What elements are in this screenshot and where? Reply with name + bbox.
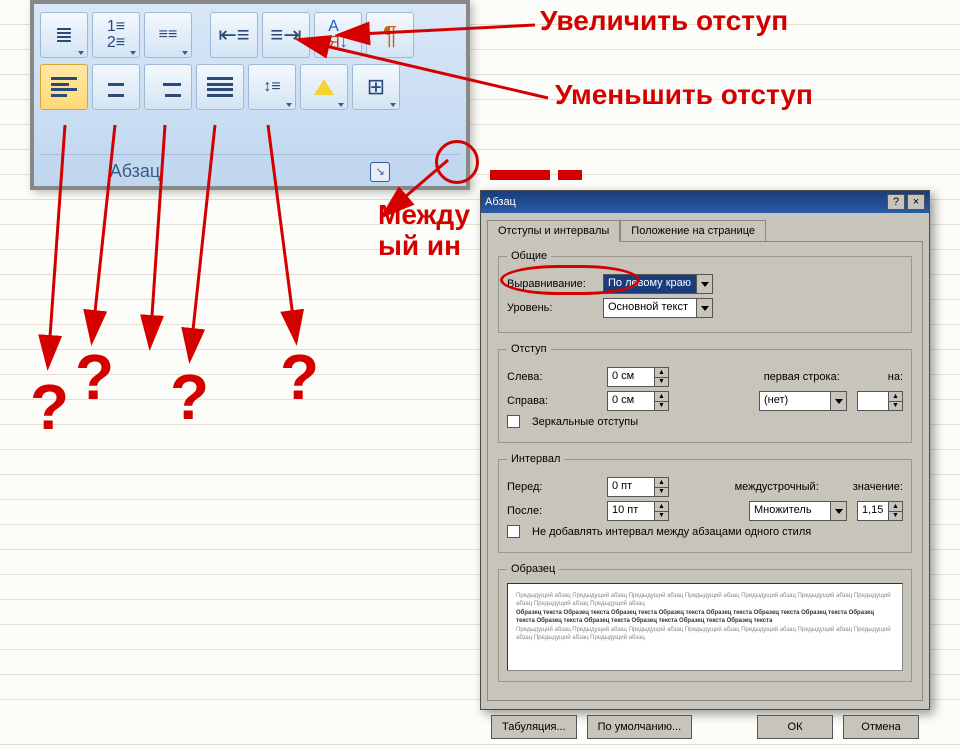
mirror-checkbox[interactable]	[507, 415, 520, 428]
general-legend: Общие	[507, 250, 551, 262]
tabs-button[interactable]: Табуляция...	[491, 715, 577, 739]
numbering-button[interactable]: 1≡2≡	[92, 12, 140, 58]
at-spinner[interactable]: 1,15▲▼	[857, 501, 903, 521]
linespace-label: междустрочный:	[735, 481, 819, 493]
by-label: на:	[888, 371, 903, 383]
left-spinner[interactable]: 0 см▲▼	[607, 367, 669, 387]
ribbon-group-caption: Абзац	[110, 161, 161, 182]
default-button[interactable]: По умолчанию...	[587, 715, 693, 739]
bullets-button[interactable]: ≣	[40, 12, 88, 58]
paragraph-ribbon-group: ≣ 1≡2≡ ≡≡ ⇤≡ ≡⇥ АЯ↓ ¶ ↕≡ ⊞ Абзац ↘	[30, 0, 470, 190]
decrease-indent-label: Уменьшить отступ	[555, 80, 813, 111]
increase-indent-button[interactable]: ≡⇥	[262, 12, 310, 58]
sort-button[interactable]: АЯ↓	[314, 12, 362, 58]
multilevel-list-button[interactable]: ≡≡	[144, 12, 192, 58]
help-button[interactable]: ?	[887, 194, 905, 210]
question-mark: ?	[170, 360, 209, 434]
interval-label-2: ый ин	[378, 230, 461, 261]
indent-section: Отступ Слева: 0 см▲▼ первая строка: на: …	[498, 343, 912, 443]
dialog-title: Абзац	[485, 196, 516, 208]
firstline-combo[interactable]: (нет)	[759, 391, 847, 411]
accent-bar-2	[558, 170, 582, 180]
alignment-label: Выравнивание:	[507, 278, 597, 290]
dialog-titlebar[interactable]: Абзац ? ×	[481, 191, 929, 213]
after-label: После:	[507, 505, 597, 517]
right-spinner[interactable]: 0 см▲▼	[607, 391, 669, 411]
paragraph-dialog: Абзац ? × Отступы и интервалы Положение …	[480, 190, 930, 710]
mirror-label: Зеркальные отступы	[532, 416, 638, 428]
line-spacing-button[interactable]: ↕≡	[248, 64, 296, 110]
at-label: значение:	[853, 481, 903, 493]
by-spinner[interactable]: ▲▼	[857, 391, 903, 411]
before-label: Перед:	[507, 481, 597, 493]
firstline-label: первая строка:	[764, 371, 840, 383]
align-center-button[interactable]	[92, 64, 140, 110]
preview-section: Образец Предыдущий абзац Предыдущий абза…	[498, 563, 912, 682]
increase-indent-label: Увеличить отступ	[540, 6, 788, 37]
tab-pageflow[interactable]: Положение на странице	[620, 220, 766, 242]
alignment-combo[interactable]: По левому краю	[603, 274, 713, 294]
question-mark: ?	[75, 340, 114, 414]
align-right-button[interactable]	[144, 64, 192, 110]
dialog-launcher-button[interactable]: ↘	[370, 162, 390, 182]
preview-box: Предыдущий абзац Предыдущий абзац Предыд…	[507, 583, 903, 671]
nospace-checkbox[interactable]	[507, 525, 520, 538]
accent-bar-1	[490, 170, 550, 180]
spacing-section: Интервал Перед: 0 пт▲▼ междустрочный: зн…	[498, 453, 912, 553]
ok-button[interactable]: ОК	[757, 715, 833, 739]
level-combo[interactable]: Основной текст	[603, 298, 713, 318]
cancel-button[interactable]: Отмена	[843, 715, 919, 739]
after-spinner[interactable]: 10 пт▲▼	[607, 501, 669, 521]
interval-label-1: Между	[378, 199, 470, 230]
left-label: Слева:	[507, 371, 597, 383]
align-left-button[interactable]	[40, 64, 88, 110]
before-spinner[interactable]: 0 пт▲▼	[607, 477, 669, 497]
spacing-legend: Интервал	[507, 453, 564, 465]
decrease-indent-button[interactable]: ⇤≡	[210, 12, 258, 58]
general-section: Общие Выравнивание: По левому краю Урове…	[498, 250, 912, 333]
borders-button[interactable]: ⊞	[352, 64, 400, 110]
show-marks-button[interactable]: ¶	[366, 12, 414, 58]
align-justify-button[interactable]	[196, 64, 244, 110]
level-label: Уровень:	[507, 302, 597, 314]
question-mark: ?	[280, 340, 319, 414]
question-mark: ?	[30, 370, 69, 444]
preview-legend: Образец	[507, 563, 559, 575]
shading-button[interactable]	[300, 64, 348, 110]
close-button[interactable]: ×	[907, 194, 925, 210]
linespace-combo[interactable]: Множитель	[749, 501, 847, 521]
indent-legend: Отступ	[507, 343, 551, 355]
nospace-label: Не добавлять интервал между абзацами одн…	[532, 526, 811, 538]
tab-indents[interactable]: Отступы и интервалы	[487, 220, 620, 242]
right-label: Справа:	[507, 395, 597, 407]
